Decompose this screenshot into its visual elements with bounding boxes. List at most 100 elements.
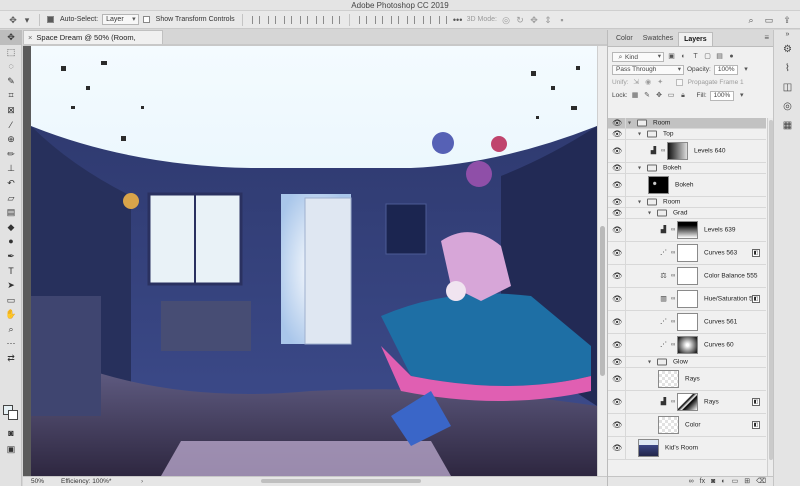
- layer-thumbnail[interactable]: [648, 176, 669, 194]
- document-tab[interactable]: ×Space Dream @ 50% (Room, RGB/8*) *: [23, 30, 163, 55]
- filter-shape-icon[interactable]: ▢: [703, 52, 712, 61]
- history-brush-tool-icon[interactable]: ↶: [0, 176, 22, 191]
- move-icon[interactable]: ✥: [8, 15, 18, 25]
- layer-thumbnail[interactable]: [658, 370, 679, 388]
- filter-adjustment-icon[interactable]: ◐: [679, 52, 688, 61]
- layer-row[interactable]: 👁︎ ▥ ∞ Hue/Saturation 560 ◧: [608, 288, 766, 311]
- new-layer-icon[interactable]: ⊞: [744, 477, 750, 486]
- layer-group-row[interactable]: 👁︎ ▾ Room: [608, 118, 766, 129]
- visibility-eye-icon[interactable]: 👁︎: [612, 198, 622, 207]
- visibility-eye-icon[interactable]: 👁︎: [612, 130, 622, 139]
- mask-link-icon[interactable]: ∞: [671, 296, 675, 302]
- healing-brush-tool-icon[interactable]: ⊕: [0, 132, 22, 147]
- layer-group-row[interactable]: 👁︎ ▾ Grad: [608, 208, 766, 219]
- layer-group-row[interactable]: 👁︎ ▾ Room: [608, 197, 766, 208]
- visibility-eye-icon[interactable]: 👁︎: [612, 295, 622, 304]
- lock-transparent-icon[interactable]: ▦: [631, 91, 640, 100]
- layer-row[interactable]: 👁︎ Kid's Room: [608, 437, 766, 460]
- visibility-eye-icon[interactable]: 👁︎: [612, 421, 622, 430]
- filter-kind-select[interactable]: ⌕ Kind: [612, 51, 664, 62]
- zoom-level[interactable]: 50%: [23, 477, 61, 486]
- lock-all-icon[interactable]: 🔒︎: [679, 91, 688, 100]
- filter-type-icon[interactable]: T: [691, 52, 700, 61]
- layer-row[interactable]: 👁︎ Rays: [608, 368, 766, 391]
- layer-row[interactable]: 👁︎ Color ◧: [608, 414, 766, 437]
- blur-tool-icon[interactable]: ◆: [0, 220, 22, 235]
- tab-swatches[interactable]: Swatches: [638, 32, 678, 46]
- visibility-eye-icon[interactable]: 👁︎: [612, 226, 622, 235]
- lock-position-icon[interactable]: ✥: [655, 91, 664, 100]
- opacity-field[interactable]: 100%: [713, 64, 739, 75]
- canvas-vertical-scrollbar[interactable]: [597, 46, 607, 476]
- distribute-right-icon[interactable]: [438, 15, 447, 24]
- path-select-tool-icon[interactable]: ➤: [0, 278, 22, 293]
- layer-thumbnail[interactable]: [638, 439, 659, 457]
- visibility-eye-icon[interactable]: 👁︎: [612, 341, 622, 350]
- group-toggle-chevron-icon[interactable]: ▾: [638, 131, 641, 138]
- layer-mask-thumbnail[interactable]: [677, 336, 698, 354]
- visibility-eye-icon[interactable]: 👁︎: [612, 249, 622, 258]
- move-tool-icon[interactable]: ✥: [0, 30, 22, 45]
- layer-mask-thumbnail[interactable]: [677, 313, 698, 331]
- marquee-tool-icon[interactable]: ⬚: [0, 45, 22, 60]
- lasso-tool-icon[interactable]: ◌: [0, 59, 22, 74]
- tab-layers[interactable]: Layers: [678, 32, 713, 46]
- layer-row[interactable]: 👁︎ ▟ ∞ Rays ◧: [608, 391, 766, 414]
- mask-link-icon[interactable]: ∞: [671, 399, 675, 405]
- pen-tool-icon[interactable]: ✒: [0, 249, 22, 264]
- adjustments-panel-icon[interactable]: ◎: [774, 97, 800, 116]
- properties-panel-icon[interactable]: ⚙: [774, 40, 800, 59]
- fill-chevron-icon[interactable]: ▾: [737, 91, 746, 100]
- visibility-eye-icon[interactable]: 👁︎: [612, 147, 622, 156]
- status-menu-chevron-icon[interactable]: ›: [141, 477, 151, 486]
- distribute-top-icon[interactable]: [358, 15, 367, 24]
- brush-tool-icon[interactable]: ✏: [0, 147, 22, 162]
- libraries-panel-icon[interactable]: ▦: [774, 116, 800, 135]
- document-canvas[interactable]: [31, 46, 597, 476]
- hscroll-thumb[interactable]: [261, 479, 421, 483]
- mask-link-icon[interactable]: ∞: [671, 227, 675, 233]
- layer-group-row[interactable]: 👁︎ ▾ Glow: [608, 357, 766, 368]
- visibility-eye-icon[interactable]: 👁︎: [612, 398, 622, 407]
- layer-mask-thumbnail[interactable]: [677, 244, 698, 262]
- eyedropper-tool-icon[interactable]: ⁄: [0, 118, 22, 133]
- eraser-tool-icon[interactable]: ▱: [0, 191, 22, 206]
- align-vcenter-icon[interactable]: [315, 15, 324, 24]
- layer-group-row[interactable]: 👁︎ ▾ Top: [608, 129, 766, 140]
- layer-row[interactable]: 👁︎ ▟ ∞ Levels 639: [608, 219, 766, 242]
- share-icon[interactable]: ⇪: [782, 15, 792, 25]
- swap-colors-icon[interactable]: ⇄: [0, 351, 22, 366]
- align-right-icon[interactable]: [283, 15, 292, 24]
- visibility-eye-icon[interactable]: 👁︎: [612, 444, 622, 453]
- link-icon[interactable]: ∞: [689, 477, 694, 486]
- rectangle-tool-icon[interactable]: ▭: [0, 293, 22, 308]
- distribute-left-icon[interactable]: [406, 15, 415, 24]
- visibility-eye-icon[interactable]: 👁︎: [612, 164, 622, 173]
- show-transform-checkbox[interactable]: [142, 16, 150, 23]
- mask-link-icon[interactable]: ∞: [671, 319, 675, 325]
- paths-panel-icon[interactable]: ⌇: [774, 59, 800, 78]
- blend-mode-select[interactable]: Pass Through: [612, 64, 684, 75]
- filter-smart-object-icon[interactable]: ▤: [715, 52, 724, 61]
- layer-row[interactable]: 👁︎ ⋰ ∞ Curves 60: [608, 334, 766, 357]
- visibility-eye-icon[interactable]: 👁︎: [612, 375, 622, 384]
- layer-mask-thumbnail[interactable]: [667, 142, 688, 160]
- layer-row[interactable]: 👁︎ ▟ ∞ Levels 640: [608, 140, 766, 163]
- mask-icon[interactable]: ◙: [711, 477, 715, 486]
- layer-row[interactable]: 👁︎ ⋰ ∞ Curves 563 ◧: [608, 242, 766, 265]
- align-hcenter-icon[interactable]: [267, 15, 276, 24]
- layer-row[interactable]: 👁︎ ⋰ ∞ Curves 561: [608, 311, 766, 334]
- visibility-eye-icon[interactable]: 👁︎: [612, 318, 622, 327]
- canvas-area[interactable]: [23, 46, 607, 476]
- tool-preset-chevron-icon[interactable]: ▾: [22, 15, 32, 25]
- visibility-eye-icon[interactable]: 👁︎: [612, 119, 622, 128]
- gradient-tool-icon[interactable]: ▤: [0, 205, 22, 220]
- layer-mask-thumbnail[interactable]: [677, 393, 698, 411]
- workspace-icon[interactable]: ▭: [764, 15, 774, 25]
- layer-thumbnail[interactable]: [658, 416, 679, 434]
- lock-pixels-icon[interactable]: ✎: [643, 91, 652, 100]
- frame-tool-icon[interactable]: ⊠: [0, 103, 22, 118]
- align-top-icon[interactable]: [299, 15, 308, 24]
- layer-group-row[interactable]: 👁︎ ▾ Bokeh: [608, 163, 766, 174]
- background-color-swatch[interactable]: [8, 410, 18, 420]
